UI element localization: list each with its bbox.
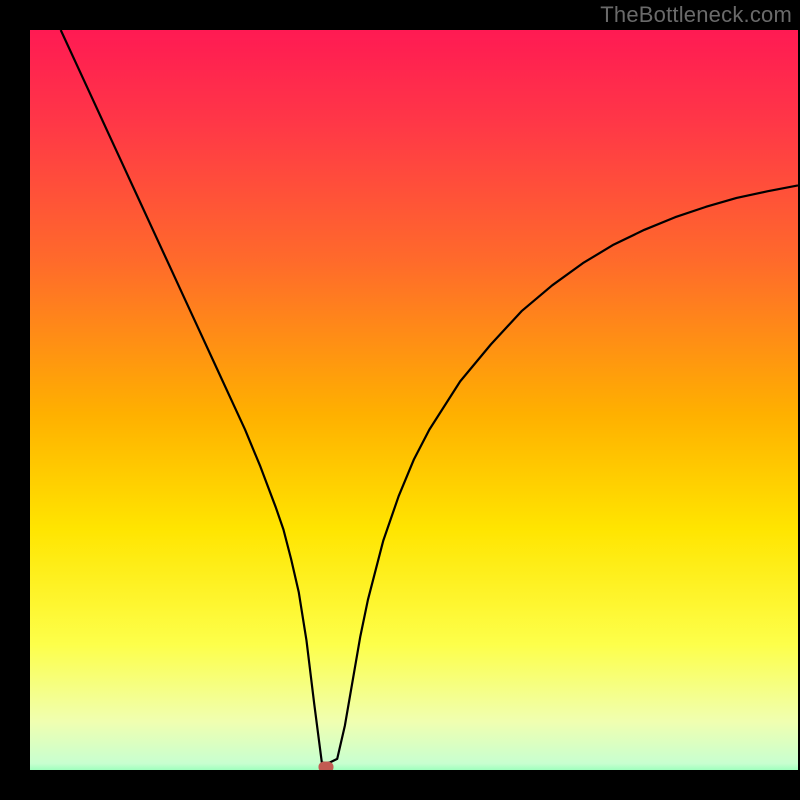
- bottleneck-curve: [30, 30, 798, 770]
- chart-frame: TheBottleneck.com: [0, 0, 800, 800]
- watermark-text: TheBottleneck.com: [600, 2, 792, 28]
- optimum-marker: [318, 762, 333, 770]
- plot-area: [30, 30, 798, 770]
